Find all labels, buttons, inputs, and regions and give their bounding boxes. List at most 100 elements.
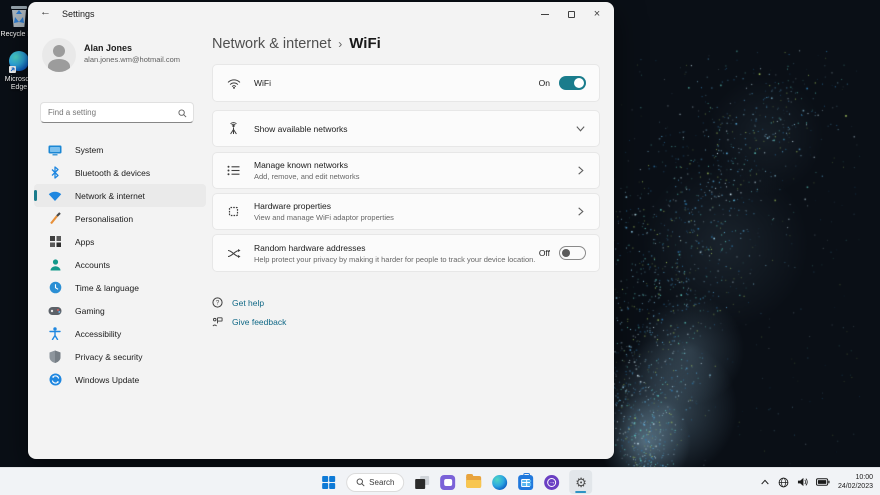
chevron-right-icon bbox=[578, 207, 584, 216]
search-icon bbox=[178, 109, 187, 118]
edge-button[interactable] bbox=[492, 474, 509, 491]
search-input[interactable] bbox=[48, 104, 178, 121]
feedback-icon bbox=[212, 316, 224, 327]
card-subtitle: Help protect your privacy by making it h… bbox=[254, 254, 536, 264]
avatar[interactable] bbox=[42, 38, 76, 72]
apps-icon bbox=[48, 235, 62, 249]
profile-name: Alan Jones bbox=[84, 43, 133, 53]
broadcast-icon bbox=[226, 122, 241, 135]
file-explorer-button[interactable] bbox=[466, 474, 483, 491]
settings-window: ← Settings × Alan Jones alan.jones.wm@ho… bbox=[28, 2, 614, 459]
sidebar-item-time-language[interactable]: Time & language bbox=[34, 276, 206, 299]
window-title: Settings bbox=[62, 9, 95, 19]
edge-icon bbox=[492, 474, 508, 490]
time-language-icon bbox=[48, 281, 62, 295]
chat-button[interactable] bbox=[440, 474, 457, 491]
sidebar-item-accounts[interactable]: Accounts bbox=[34, 253, 206, 276]
battery-icon[interactable] bbox=[815, 478, 830, 486]
random-hw-toggle-state: Off bbox=[538, 248, 550, 258]
page-title: WiFi bbox=[349, 35, 381, 52]
sidebar-nav: System Bluetooth & devices Network & int… bbox=[28, 138, 212, 391]
chip-icon bbox=[226, 205, 241, 218]
network-globe-icon[interactable] bbox=[778, 477, 789, 488]
accessibility-icon bbox=[48, 327, 62, 341]
minimize-icon bbox=[541, 13, 549, 15]
card-show-available-networks[interactable]: Show available networks bbox=[212, 110, 600, 147]
tray-clock[interactable]: 10:00 24/02/2023 bbox=[838, 473, 873, 491]
maximize-icon bbox=[567, 10, 575, 18]
windows-logo-icon bbox=[322, 475, 336, 489]
tray-time: 10:00 bbox=[855, 474, 873, 481]
close-button[interactable]: × bbox=[584, 2, 610, 26]
sidebar-item-accessibility[interactable]: Accessibility bbox=[34, 322, 206, 345]
sidebar-item-personalisation[interactable]: Personalisation bbox=[34, 207, 206, 230]
maximize-button[interactable] bbox=[558, 2, 584, 26]
card-subtitle: Add, remove, and edit networks bbox=[254, 172, 360, 181]
card-manage-known-networks[interactable]: Manage known networks Add, remove, and e… bbox=[212, 152, 600, 189]
chevron-right-icon bbox=[578, 166, 584, 175]
wifi-icon bbox=[226, 77, 241, 89]
sidebar-item-apps[interactable]: Apps bbox=[34, 230, 206, 253]
chevron-down-icon bbox=[576, 126, 585, 132]
card-title: Hardware properties bbox=[254, 201, 332, 211]
card-hardware-properties[interactable]: Hardware properties View and manage WiFi… bbox=[212, 193, 600, 230]
tray-date: 24/02/2023 bbox=[837, 483, 873, 490]
windows-update-icon bbox=[48, 373, 62, 387]
back-arrow-icon[interactable]: ← bbox=[40, 6, 51, 18]
get-help-link[interactable]: ? Get help bbox=[212, 297, 614, 308]
card-random-hardware-addresses: Random hardware addresses Help protect y… bbox=[212, 234, 600, 272]
task-view-button[interactable] bbox=[414, 474, 431, 491]
purple-arrow-app-button[interactable]: → bbox=[544, 474, 561, 491]
personalisation-icon bbox=[48, 212, 62, 226]
chat-icon bbox=[440, 474, 456, 490]
sidebar-item-privacy-security[interactable]: Privacy & security bbox=[34, 345, 206, 368]
card-subtitle: View and manage WiFi adaptor properties bbox=[254, 213, 394, 222]
give-feedback-link[interactable]: Give feedback bbox=[212, 316, 614, 327]
card-title: WiFi bbox=[254, 78, 271, 88]
tray-chevron-up-icon[interactable] bbox=[760, 478, 770, 486]
active-app-indicator bbox=[575, 491, 587, 493]
shuffle-icon bbox=[226, 248, 241, 259]
bluetooth-icon bbox=[48, 166, 62, 180]
taskbar: Search → ⚙ 10:00 24/02/2023 bbox=[0, 467, 880, 495]
speaker-icon[interactable] bbox=[797, 477, 808, 487]
folder-icon bbox=[466, 474, 482, 488]
gear-icon: ⚙ bbox=[575, 474, 587, 490]
help-icon: ? bbox=[212, 297, 224, 308]
minimize-button[interactable] bbox=[532, 2, 558, 26]
svg-text:?: ? bbox=[216, 300, 220, 307]
wifi-toggle-state: On bbox=[538, 78, 550, 88]
card-title: Manage known networks bbox=[254, 160, 349, 170]
sidebar-item-bluetooth-devices[interactable]: Bluetooth & devices bbox=[34, 161, 206, 184]
profile-email: alan.jones.wm@hotmail.com bbox=[84, 55, 180, 64]
task-view-icon bbox=[415, 475, 430, 489]
list-icon bbox=[226, 165, 241, 176]
sidebar-item-system[interactable]: System bbox=[34, 138, 206, 161]
gaming-icon bbox=[48, 304, 62, 318]
sidebar-item-network-internet[interactable]: Network & internet bbox=[34, 184, 206, 207]
accounts-icon bbox=[48, 258, 62, 272]
settings-app-button-active[interactable]: ⚙ bbox=[569, 470, 593, 494]
start-button[interactable] bbox=[320, 474, 337, 491]
breadcrumb-separator: › bbox=[338, 37, 343, 51]
card-wifi: WiFi On bbox=[212, 64, 600, 102]
breadcrumb-parent[interactable]: Network & internet bbox=[212, 36, 331, 52]
card-title: Show available networks bbox=[254, 123, 348, 134]
random-hw-toggle[interactable] bbox=[559, 246, 586, 260]
wifi-toggle[interactable] bbox=[559, 76, 586, 90]
microsoft-store-button[interactable] bbox=[518, 472, 535, 491]
settings-sidebar: Alan Jones alan.jones.wm@hotmail.com Sys… bbox=[28, 26, 212, 459]
network-icon bbox=[48, 189, 62, 203]
title-bar[interactable]: ← Settings × bbox=[28, 2, 614, 26]
close-icon: × bbox=[593, 7, 601, 20]
breadcrumb: Network & internet › WiFi bbox=[212, 35, 614, 52]
sidebar-item-gaming[interactable]: Gaming bbox=[34, 299, 206, 322]
search-box[interactable] bbox=[40, 102, 194, 123]
sidebar-item-windows-update[interactable]: Windows Update bbox=[34, 368, 206, 391]
search-icon bbox=[356, 477, 365, 486]
settings-main-panel: Network & internet › WiFi WiFi On Show a… bbox=[212, 26, 614, 459]
taskbar-search[interactable]: Search bbox=[346, 472, 405, 492]
privacy-icon bbox=[48, 350, 62, 364]
purple-arrow-app-icon: → bbox=[544, 474, 560, 490]
card-title: Random hardware addresses bbox=[254, 242, 366, 253]
